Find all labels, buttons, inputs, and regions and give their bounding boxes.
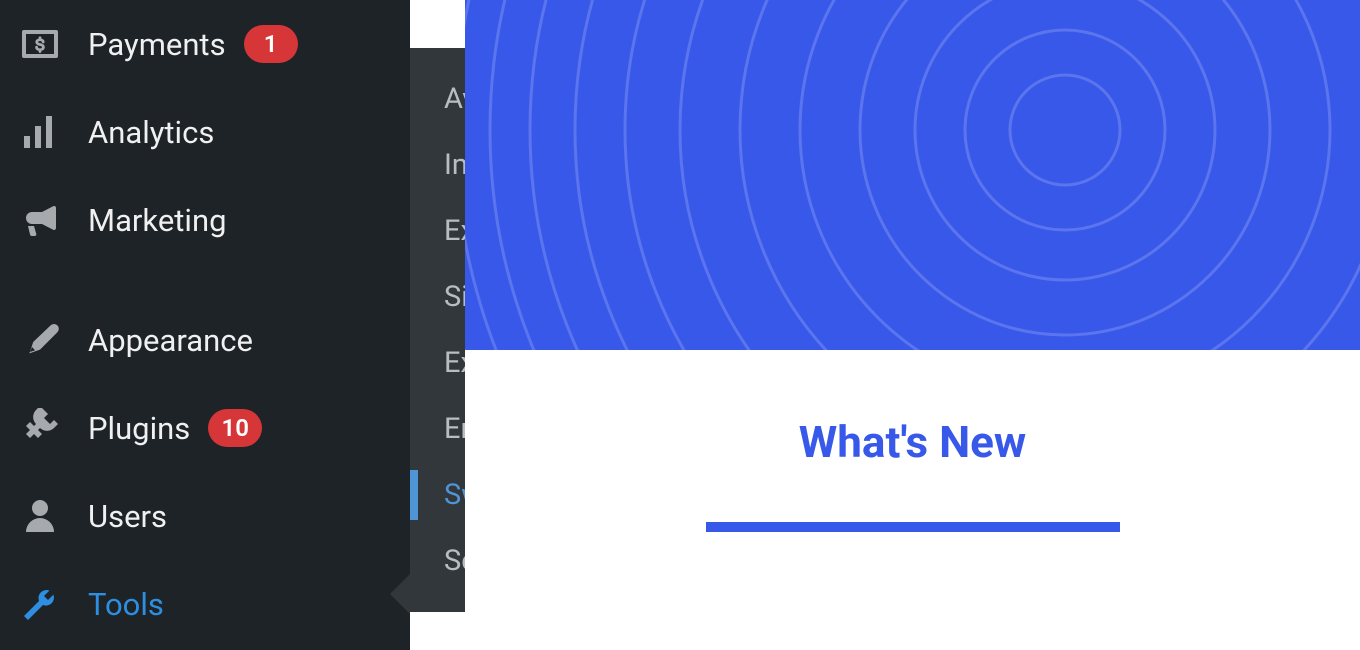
whats-new-panel: What's New (465, 350, 1360, 650)
sidebar-item-users[interactable]: Users (0, 472, 410, 560)
flyout-arrow (390, 574, 410, 614)
sidebar-item-label: Appearance (88, 322, 253, 359)
user-icon (20, 496, 60, 536)
sidebar-item-label: Tools (88, 586, 164, 623)
sidebar-item-label: Plugins (88, 410, 190, 447)
hero-banner (465, 0, 1360, 350)
sidebar-item-plugins[interactable]: Plugins 10 (0, 384, 410, 472)
sidebar-item-label: Users (88, 498, 167, 535)
megaphone-icon (20, 200, 60, 240)
plug-icon (20, 408, 60, 448)
admin-sidebar: Payments 1 Analytics Marketing Appearanc… (0, 0, 410, 650)
hero-circles-decoration (465, 0, 1360, 350)
sidebar-item-label: Analytics (88, 114, 214, 151)
sidebar-item-tools[interactable]: Tools (0, 560, 410, 648)
wrench-icon (20, 584, 60, 624)
sidebar-item-label: Marketing (88, 202, 227, 239)
sidebar-item-marketing[interactable]: Marketing (0, 176, 410, 264)
sidebar-item-payments[interactable]: Payments 1 (0, 0, 410, 88)
paintbrush-icon (20, 320, 60, 360)
notification-badge: 10 (208, 409, 262, 447)
sidebar-item-label: Payments (88, 26, 226, 63)
notification-badge: 1 (244, 25, 298, 63)
whats-new-underline (706, 522, 1120, 532)
whats-new-heading: What's New (799, 416, 1026, 468)
dollar-box-icon (20, 24, 60, 64)
sidebar-separator (0, 264, 410, 296)
bar-chart-icon (20, 112, 60, 152)
sidebar-item-analytics[interactable]: Analytics (0, 88, 410, 176)
sidebar-item-appearance[interactable]: Appearance (0, 296, 410, 384)
